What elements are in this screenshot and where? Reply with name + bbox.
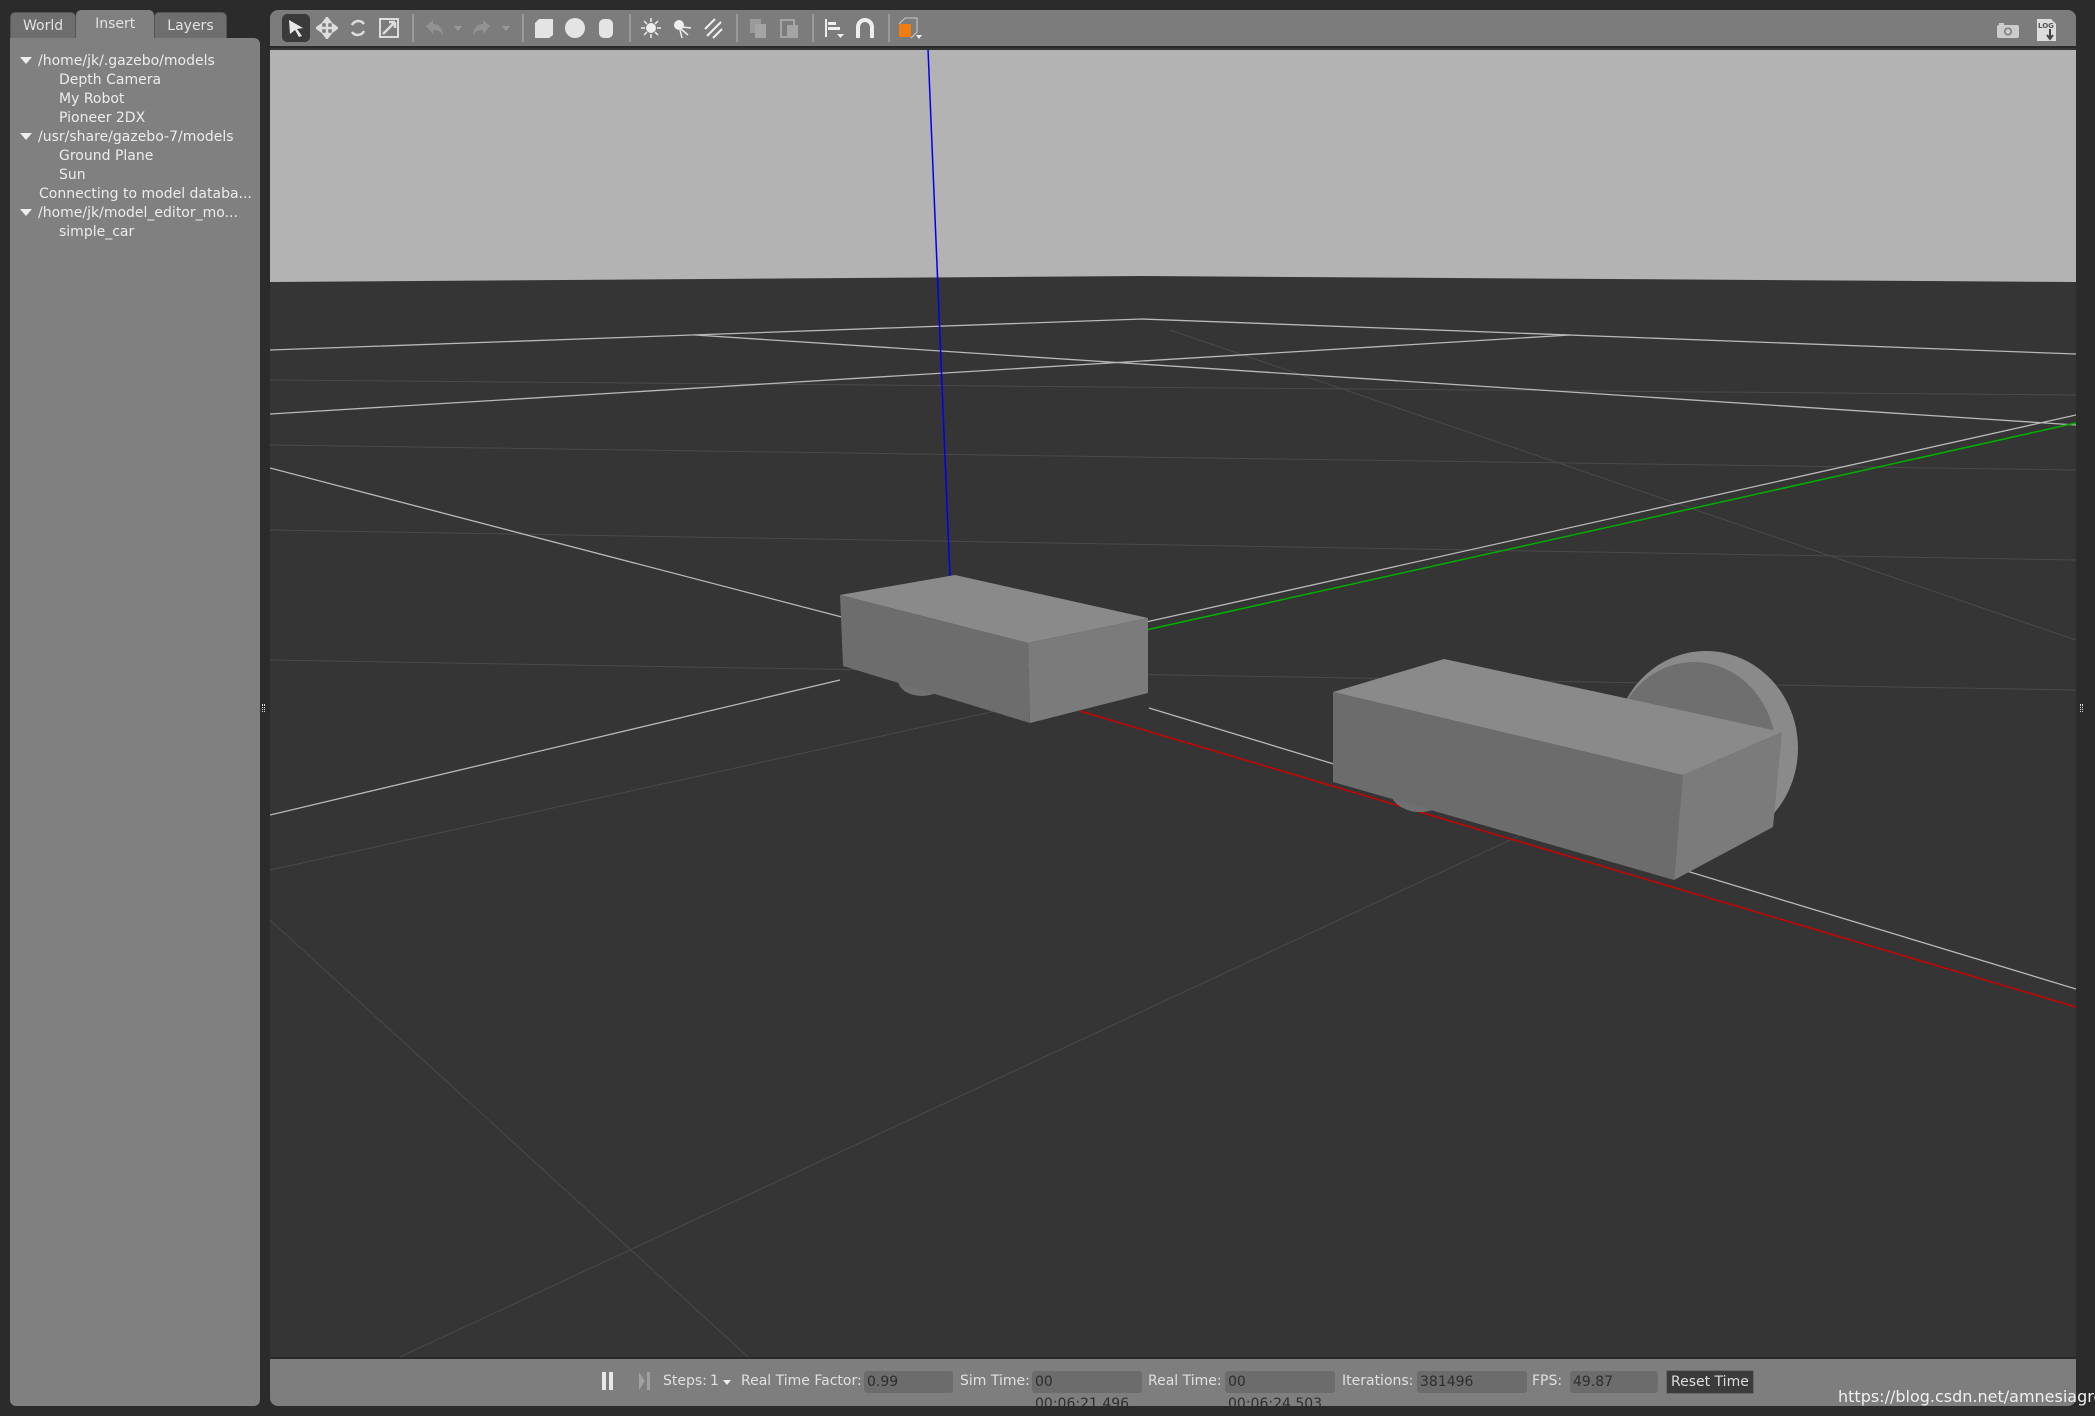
fps-label: FPS: [1532,1373,1563,1389]
step-forward-icon [639,1372,650,1390]
select-arrow-icon [289,20,303,37]
directional-light-icon [704,18,723,39]
select-mode-button[interactable] [282,14,310,42]
model-item[interactable]: My Robot [10,90,260,109]
sim-time-label: Sim Time: [960,1373,1030,1389]
copy-button[interactable] [744,14,772,42]
redo-history-dropdown[interactable] [499,14,513,42]
rtf-field: 0.99 [864,1371,953,1393]
paste-icon [780,19,798,38]
expand-arrow-icon[interactable] [20,208,32,216]
point-light-button[interactable] [637,14,665,42]
toolbar-separator [629,14,631,42]
model-item[interactable]: Depth Camera [10,71,260,90]
main-toolbar: LOG [270,10,2076,48]
log-icon: LOG [2037,19,2056,41]
steps-label: Steps: [663,1373,707,1389]
steps-spinner[interactable]: 1 [710,1373,732,1389]
svg-text:LOG: LOG [2038,22,2054,30]
point-light-icon [641,18,661,38]
scale-icon [379,18,399,38]
database-status: Connecting to model databa... [39,186,252,202]
folder-label: /home/jk/model_editor_mo... [38,205,238,221]
toolbar-separator [812,14,814,42]
align-button[interactable] [820,14,848,42]
snap-button[interactable] [851,14,879,42]
real-time-label: Real Time: [1148,1373,1222,1389]
sim-time-field: 00 00:06:21.496 [1032,1371,1142,1406]
step-button[interactable] [638,1371,652,1395]
translate-icon [316,17,338,39]
snap-magnet-icon [856,18,874,38]
cylinder-icon [599,19,613,38]
tab-world[interactable]: World [10,12,77,38]
reset-time-button[interactable]: Reset Time [1666,1370,1754,1394]
steps-value: 1 [710,1373,719,1389]
spot-light-icon [674,20,692,39]
screenshot-button[interactable] [1994,16,2022,44]
chevron-down-icon [723,1380,732,1385]
iterations-field: 381496 [1417,1371,1527,1393]
model-item[interactable]: Pioneer 2DX [10,109,260,128]
toolbar-separator [522,14,524,42]
redo-icon [473,20,490,36]
folder-label: /home/jk/.gazebo/models [38,53,215,69]
box-icon [535,19,553,38]
tree-folder-share-models[interactable]: /usr/share/gazebo-7/models [10,128,260,147]
toolbar-separator [736,14,738,42]
3d-viewport[interactable]: LOG Steps: 1 Real Time Factor: 0.99 Sim … [270,10,2076,1406]
undo-history-dropdown[interactable] [451,14,465,42]
insert-cylinder-button[interactable] [592,14,620,42]
tree-folder-model-editor[interactable]: /home/jk/model_editor_mo... [10,204,260,223]
chevron-down-icon [502,25,510,31]
iterations-label: Iterations: [1342,1373,1414,1389]
translate-mode-button[interactable] [313,14,341,42]
pause-button[interactable] [601,1371,615,1395]
rtf-label: Real Time Factor: [741,1373,862,1389]
toolbar-right: LOG [1994,16,2064,44]
scale-mode-button[interactable] [375,14,403,42]
insert-sphere-button[interactable] [561,14,589,42]
insert-box-button[interactable] [530,14,558,42]
time-status-bar: Steps: 1 Real Time Factor: 0.99 Sim Time… [270,1357,2076,1406]
fps-field: 49.87 [1570,1371,1658,1393]
tab-layers[interactable]: Layers [154,12,227,38]
expand-arrow-icon[interactable] [20,132,32,140]
panel-tabs: World Insert Layers [10,10,260,38]
panel-splitter-handle[interactable] [262,704,265,712]
undo-icon [426,20,443,36]
toolbar-separator [888,14,890,42]
tree-folder-gazebo-models[interactable]: /home/jk/.gazebo/models [10,52,260,71]
model-item[interactable]: Ground Plane [10,147,260,166]
scene-render[interactable] [270,50,2076,1357]
rotate-mode-button[interactable] [344,14,372,42]
tab-insert[interactable]: Insert [76,10,155,38]
watermark: https://blog.csdn.net/amnesiagreen [1838,1387,2095,1406]
sky [270,50,2076,282]
sphere-icon [565,18,585,38]
model-item[interactable]: Sun [10,166,260,185]
screenshot-camera-icon [1997,23,2019,38]
redo-button[interactable] [468,14,496,42]
undo-button[interactable] [420,14,448,42]
pause-icon [602,1372,613,1390]
insert-panel: /home/jk/.gazebo/models Depth Camera My … [10,38,260,1406]
rotate-icon [350,19,366,37]
right-panel-splitter-handle[interactable] [2080,704,2083,712]
left-panel: World Insert Layers /home/jk/.gazebo/mod… [10,10,260,1406]
expand-arrow-icon[interactable] [20,56,32,64]
chevron-down-icon [454,25,462,31]
model-item[interactable]: simple_car [10,223,260,242]
view-angle-icon [898,17,922,39]
view-angle-button[interactable] [896,14,924,42]
directional-light-button[interactable] [699,14,727,42]
spot-light-button[interactable] [668,14,696,42]
paste-button[interactable] [775,14,803,42]
toolbar-separator [412,14,414,42]
log-button[interactable]: LOG [2033,16,2061,44]
real-time-field: 00 00:06:24.503 [1225,1371,1335,1406]
align-icon [825,19,844,38]
folder-label: /usr/share/gazebo-7/models [38,129,234,145]
copy-icon [750,19,766,38]
